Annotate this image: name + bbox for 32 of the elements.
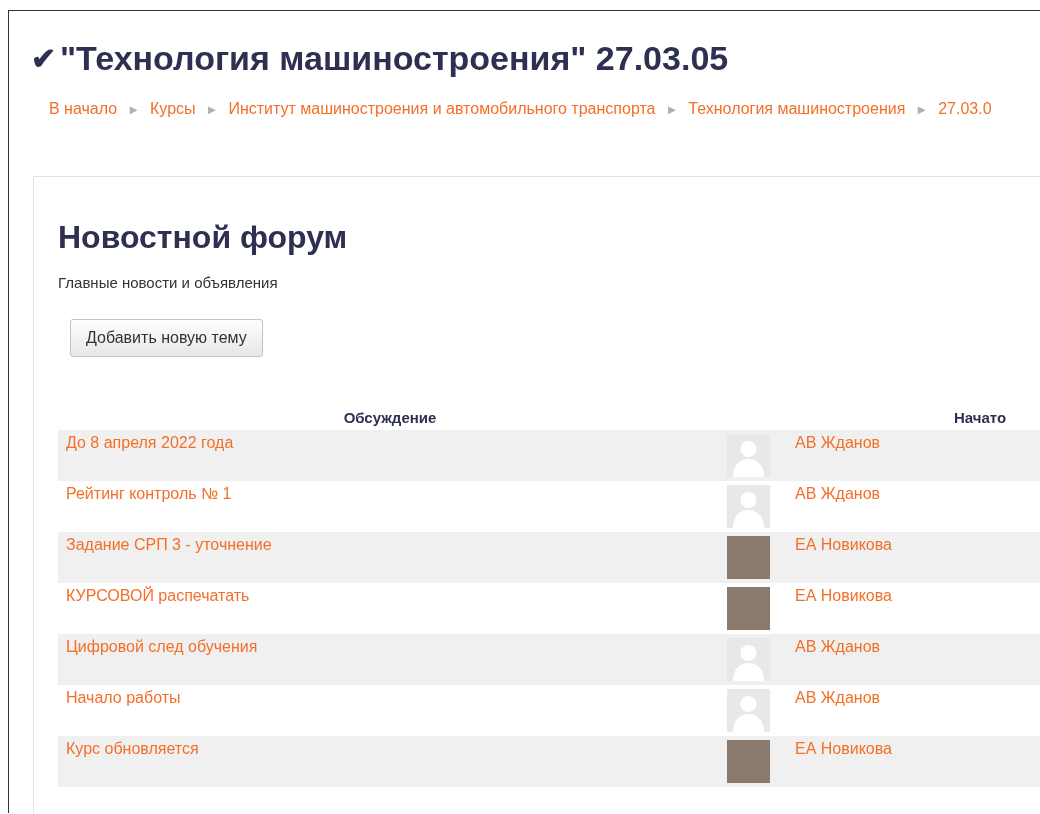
user-photo-placeholder: [727, 536, 770, 579]
topic-link[interactable]: Задание СРП 3 - уточнение: [66, 536, 272, 553]
page-title: ✔"Технология машиностроения" 27.03.05: [31, 39, 730, 78]
forum-description: Главные новости и объявления: [58, 274, 279, 291]
author-link[interactable]: АВ Жданов: [795, 485, 881, 502]
author-link[interactable]: ЕА Новикова: [795, 740, 892, 757]
breadcrumb-link[interactable]: Институт машиностроения и автомобильного транспорта: [228, 100, 656, 118]
breadcrumb-link[interactable]: В начало: [49, 100, 118, 118]
breadcrumb-separator: ►: [665, 101, 679, 117]
column-header: Обсуждение: [58, 403, 722, 430]
forum-title: Новостной форум: [58, 219, 349, 256]
topic-link[interactable]: Начало работы: [66, 689, 181, 706]
user-photo-placeholder: [727, 587, 770, 630]
topic-link[interactable]: Курс обновляется: [66, 740, 199, 757]
topic-link[interactable]: Рейтинг контроль № 1: [66, 485, 232, 502]
author-link[interactable]: ЕА Новикова: [795, 536, 892, 553]
breadcrumb-link[interactable]: 27.03.0: [938, 100, 992, 118]
column-header: Начато: [782, 403, 1040, 430]
topic-link[interactable]: До 8 апреля 2022 года: [66, 434, 234, 451]
author-link[interactable]: АВ Жданов: [795, 689, 881, 706]
breadcrumb-link[interactable]: Технология машиностроения: [688, 100, 906, 118]
breadcrumb-link[interactable]: Курсы: [150, 100, 196, 118]
topic-link[interactable]: КУРСОВОЙ распечатать: [66, 587, 250, 604]
breadcrumb-separator: ►: [205, 101, 219, 117]
breadcrumb-separator: ►: [127, 101, 141, 117]
topic-link[interactable]: Цифровой след обучения: [66, 638, 258, 655]
breadcrumb-separator: ►: [915, 101, 929, 117]
author-link[interactable]: АВ Жданов: [795, 434, 881, 451]
user-photo-placeholder: [727, 740, 770, 783]
author-link[interactable]: АВ Жданов: [795, 638, 881, 655]
author-link[interactable]: ЕА Новикова: [795, 587, 892, 604]
add-topic-button[interactable]: Добавить новую тему: [70, 319, 263, 357]
